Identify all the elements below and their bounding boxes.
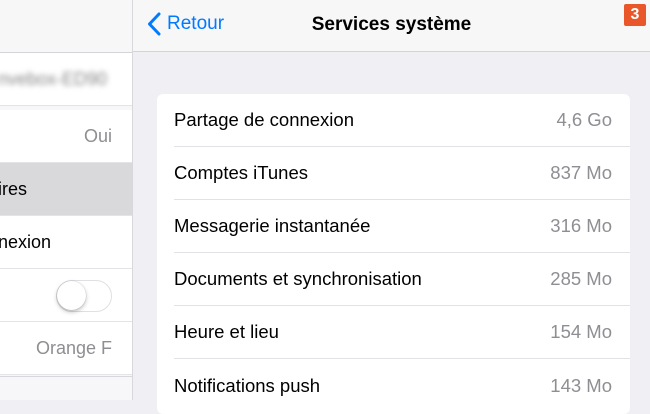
divider <box>0 376 132 377</box>
toggle-knob <box>57 281 86 310</box>
carrier-value: Orange F <box>35 337 112 358</box>
list-item: Heure et lieu 154 Mo <box>174 306 630 359</box>
sidebar-item-label: nexion <box>0 231 52 252</box>
list-item: Notifications push 143 Mo <box>174 359 630 412</box>
list-item-label: Messagerie instantanée <box>174 215 371 236</box>
list-item-label: Notifications push <box>174 374 321 396</box>
list-item: Messagerie instantanée 316 Mo <box>174 200 630 253</box>
master-pane: nvebox-ED90 Oui ires nexion Orange F <box>0 0 133 400</box>
list-item-value: 143 Mo <box>550 374 612 396</box>
page-title: Services système <box>311 14 472 35</box>
detail-navbar: Retour Services système <box>133 0 650 52</box>
list-item-value: 285 Mo <box>550 268 612 289</box>
sidebar-item-selected[interactable]: ires <box>0 163 132 216</box>
list-item-value: 316 Mo <box>550 215 612 236</box>
usage-list: Partage de connexion 4,6 Go Comptes iTun… <box>157 94 630 414</box>
list-item-label: Comptes iTunes <box>174 162 309 183</box>
list-item-value: 154 Mo <box>550 321 612 342</box>
carrier-row[interactable]: Orange F <box>0 322 132 375</box>
wifi-network-name: nvebox-ED90 <box>0 68 108 89</box>
master-navbar <box>0 0 132 53</box>
toggle-row <box>0 269 132 322</box>
sidebar-item-connection[interactable]: nexion <box>0 216 132 269</box>
list-item-label: Partage de connexion <box>174 109 354 130</box>
setting-value: Oui <box>83 125 112 146</box>
sidebar-item-label: ires <box>0 178 28 199</box>
list-item: Comptes iTunes 837 Mo <box>174 147 630 200</box>
list-item-label: Heure et lieu <box>174 321 279 342</box>
wifi-network-row[interactable]: nvebox-ED90 <box>0 53 132 106</box>
list-item: Documents et synchronisation 285 Mo <box>174 253 630 306</box>
toggle-switch[interactable] <box>56 280 112 312</box>
setting-row-yes[interactable]: Oui <box>0 110 132 163</box>
step-badge: 3 <box>624 4 646 26</box>
list-item-value: 837 Mo <box>550 162 612 183</box>
list-item-value: 4,6 Go <box>556 109 612 130</box>
list-item-label: Documents et synchronisation <box>174 268 422 289</box>
list-item: Partage de connexion 4,6 Go <box>174 94 630 147</box>
